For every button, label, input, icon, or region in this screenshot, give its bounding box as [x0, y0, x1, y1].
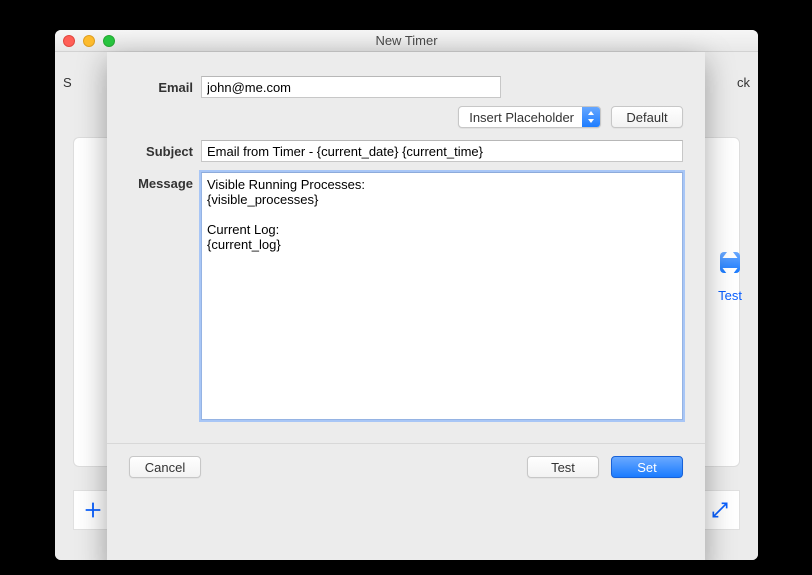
- parent-window: New Timer S ck Test Email: [55, 30, 758, 560]
- background-test-link[interactable]: Test: [718, 288, 742, 303]
- separator: [107, 443, 705, 444]
- bg-right-text: ck: [737, 75, 750, 105]
- subject-label: Subject: [129, 140, 201, 159]
- bg-left-text: S: [63, 75, 72, 105]
- insert-placeholder-label: Insert Placeholder: [459, 110, 582, 125]
- message-textarea[interactable]: [201, 172, 683, 420]
- email-label: Email: [129, 76, 201, 95]
- email-field[interactable]: [201, 76, 501, 98]
- background-dropdown-arrows[interactable]: [720, 252, 740, 273]
- insert-placeholder-popup[interactable]: Insert Placeholder: [458, 106, 601, 128]
- subject-field[interactable]: [201, 140, 683, 162]
- set-button[interactable]: Set: [611, 456, 683, 478]
- test-button[interactable]: Test: [527, 456, 599, 478]
- window-body: S ck Test Email: [55, 52, 758, 560]
- message-label: Message: [129, 172, 201, 191]
- sheet-button-row: Cancel Test Set: [107, 456, 705, 478]
- chevron-updown-icon: [582, 106, 600, 128]
- sheet-dialog: Email Insert Placeholder Default: [107, 52, 705, 560]
- window-title: New Timer: [55, 33, 758, 48]
- titlebar: New Timer: [55, 30, 758, 52]
- default-button[interactable]: Default: [611, 106, 683, 128]
- expand-button[interactable]: [700, 490, 740, 530]
- cancel-button[interactable]: Cancel: [129, 456, 201, 478]
